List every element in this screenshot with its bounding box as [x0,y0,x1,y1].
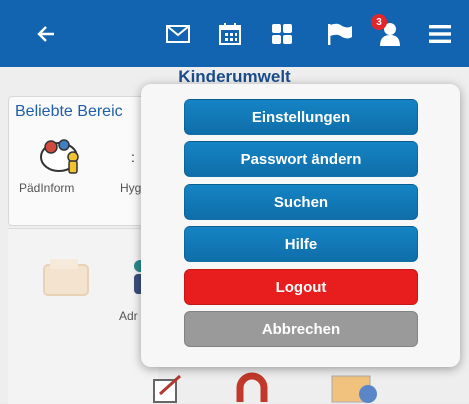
grid-icon[interactable] [264,0,300,67]
favorites-title: Beliebte Bereic [15,103,123,120]
hyg-icon: : [131,149,135,165]
calendar-icon[interactable] [212,0,248,67]
top-app-bar [0,0,469,67]
cancel-button[interactable]: Abbrechen [184,311,418,347]
hamburger-menu-icon[interactable] [422,0,458,67]
help-button[interactable]: Hilfe [184,226,418,262]
user-icon[interactable] [372,0,408,67]
user-menu-popup: Einstellungen Passwort ändern Suchen Hil… [141,84,460,367]
fav-item-hyg[interactable]: Hyg [120,181,141,195]
mail-icon[interactable] [160,0,196,67]
settings-button[interactable]: Einstellungen [184,99,418,135]
change-password-button[interactable]: Passwort ändern [184,141,418,177]
arrow-left-icon[interactable] [28,0,64,67]
favorites-card: Beliebte Bereic PädInform Hyg : [8,96,160,226]
fav-item-admin[interactable]: Adr [119,309,138,323]
folder-icon[interactable] [40,255,92,299]
search-button[interactable]: Suchen [184,184,418,220]
flag-badge: 3 [371,14,387,30]
fav-item-paedinform[interactable]: PädInform [19,181,74,195]
logout-button[interactable]: Logout [184,269,418,305]
flag-icon[interactable] [314,0,364,67]
edit-document-icon[interactable] [150,372,186,403]
calendar-clock-icon[interactable] [328,370,380,403]
magnet-icon[interactable] [232,372,272,403]
paedinform-icon[interactable] [39,135,83,175]
